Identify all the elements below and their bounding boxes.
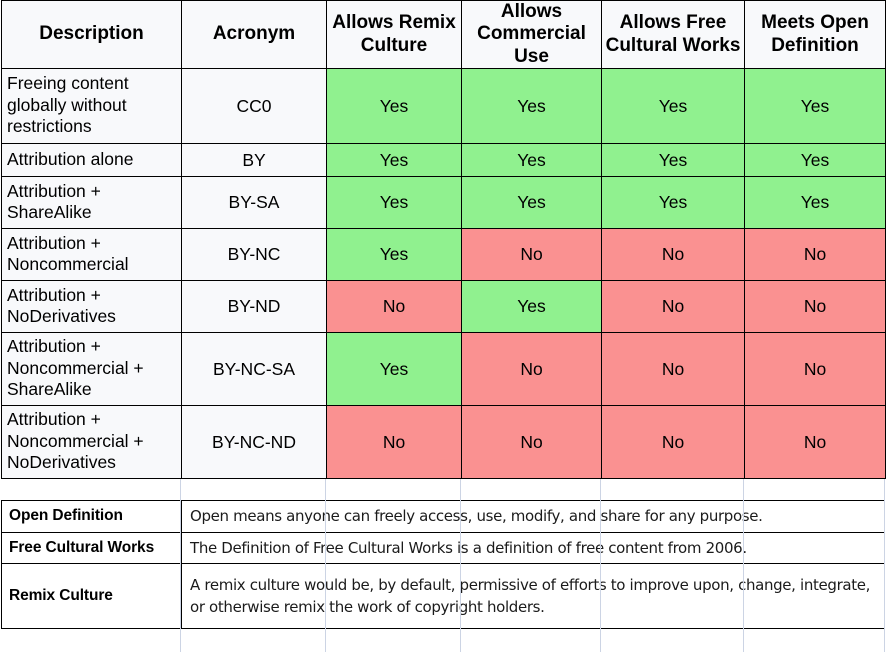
table-row: Attribution + NoDerivatives BY-ND No Yes…	[1, 280, 886, 334]
cell-allows-remix-culture: No	[326, 280, 462, 334]
license-comparison-table: Description Acronym Allows Remix Culture…	[1, 0, 886, 480]
cell-description: Attribution + Noncommercial + NoDerivati…	[1, 405, 182, 480]
cell-allows-remix-culture: Yes	[326, 332, 462, 407]
definition-text-open-definition: Open means anyone can freely access, use…	[181, 500, 885, 533]
definition-term-open-definition: Open Definition	[1, 500, 182, 533]
table-header-row: Description Acronym Allows Remix Culture…	[1, 0, 886, 70]
cell-allows-commercial-use: No	[461, 332, 602, 407]
definition-term-remix-culture: Remix Culture	[1, 563, 182, 630]
definitions-table: Open Definition Open means anyone can fr…	[1, 500, 885, 630]
cell-allows-free-cultural-works: Yes	[601, 176, 745, 230]
column-header-allows-commercial-use: Allows Commercial Use	[461, 0, 602, 70]
table-row: Attribution + Noncommercial + NoDerivati…	[1, 405, 886, 480]
cell-allows-remix-culture: Yes	[326, 143, 462, 178]
cell-meets-open-definition: No	[744, 332, 886, 407]
cell-description: Attribution + Noncommercial	[1, 228, 182, 282]
cell-acronym: BY-NC-ND	[181, 405, 327, 480]
table-row: Attribution + Noncommercial BY-NC Yes No…	[1, 228, 886, 282]
cell-allows-free-cultural-works: Yes	[601, 143, 745, 178]
cell-allows-remix-culture: Yes	[326, 68, 462, 145]
column-header-description: Description	[1, 0, 182, 70]
cell-allows-commercial-use: Yes	[461, 143, 602, 178]
cell-allows-commercial-use: Yes	[461, 176, 602, 230]
cell-allows-free-cultural-works: Yes	[601, 68, 745, 145]
license-comparison-table-wrapper: Description Acronym Allows Remix Culture…	[0, 0, 886, 480]
definition-text-free-cultural-works: The Definition of Free Cultural Works is…	[181, 531, 885, 565]
cell-meets-open-definition: No	[744, 280, 886, 334]
definition-row: Remix Culture A remix culture would be, …	[1, 563, 885, 630]
cell-acronym: BY-SA	[181, 176, 327, 230]
cell-acronym: BY	[181, 143, 327, 178]
cell-allows-commercial-use: Yes	[461, 68, 602, 145]
cell-meets-open-definition: No	[744, 405, 886, 480]
cell-allows-commercial-use: No	[461, 405, 602, 480]
definition-row: Free Cultural Works The Definition of Fr…	[1, 531, 885, 565]
column-header-allows-free-cultural-works: Allows Free Cultural Works	[601, 0, 745, 70]
cell-allows-free-cultural-works: No	[601, 405, 745, 480]
cell-allows-remix-culture: No	[326, 405, 462, 480]
cell-description: Freeing content globally without restric…	[1, 68, 182, 145]
cell-allows-free-cultural-works: No	[601, 228, 745, 282]
cell-allows-remix-culture: Yes	[326, 176, 462, 230]
column-header-meets-open-definition: Meets Open Definition	[744, 0, 886, 70]
definition-term-free-cultural-works: Free Cultural Works	[1, 531, 182, 565]
cell-allows-commercial-use: No	[461, 228, 602, 282]
table-row: Attribution alone BY Yes Yes Yes Yes	[1, 143, 886, 178]
cell-acronym: BY-ND	[181, 280, 327, 334]
table-row: Attribution + Noncommercial + ShareAlike…	[1, 332, 886, 407]
column-header-acronym: Acronym	[181, 0, 327, 70]
table-row: Freeing content globally without restric…	[1, 68, 886, 145]
cell-allows-commercial-use: Yes	[461, 280, 602, 334]
cell-description: Attribution + ShareAlike	[1, 176, 182, 230]
cell-acronym: BY-NC-SA	[181, 332, 327, 407]
definition-row: Open Definition Open means anyone can fr…	[1, 500, 885, 533]
cell-allows-free-cultural-works: No	[601, 332, 745, 407]
cell-description: Attribution + NoDerivatives	[1, 280, 182, 334]
definition-text-remix-culture: A remix culture would be, by default, pe…	[181, 563, 885, 630]
cell-meets-open-definition: Yes	[744, 176, 886, 230]
cell-meets-open-definition: Yes	[744, 68, 886, 145]
cell-meets-open-definition: Yes	[744, 143, 886, 178]
column-header-allows-remix-culture: Allows Remix Culture	[326, 0, 462, 70]
cell-acronym: CC0	[181, 68, 327, 145]
cell-description: Attribution alone	[1, 143, 182, 178]
cell-allows-free-cultural-works: No	[601, 280, 745, 334]
cell-acronym: BY-NC	[181, 228, 327, 282]
cell-meets-open-definition: No	[744, 228, 886, 282]
cell-description: Attribution + Noncommercial + ShareAlike	[1, 332, 182, 407]
cell-allows-remix-culture: Yes	[326, 228, 462, 282]
table-row: Attribution + ShareAlike BY-SA Yes Yes Y…	[1, 176, 886, 230]
